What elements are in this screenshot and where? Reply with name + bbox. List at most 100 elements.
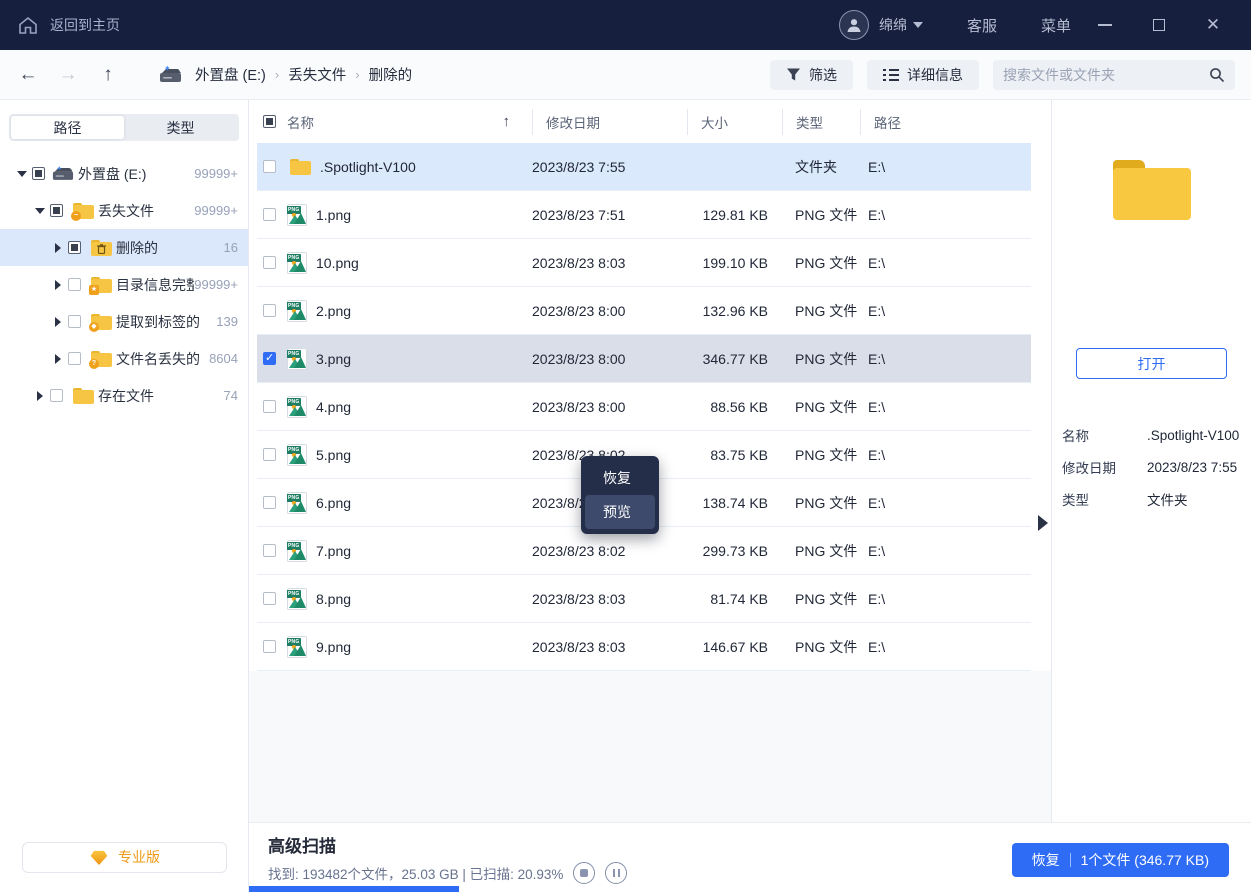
upgrade-pro-button[interactable]: 专业版 [22,842,227,873]
png-file-icon: PNG [287,252,307,274]
row-checkbox[interactable] [263,496,276,509]
home-label[interactable]: 返回到主页 [50,15,120,35]
tree-checkbox[interactable] [32,167,45,180]
file-row[interactable]: PNG 10.png 2023/8/23 8:03 199.10 KB PNG … [257,239,1031,287]
file-name: 10.png [316,255,359,271]
tree-checkbox[interactable] [68,315,81,328]
row-checkbox[interactable] [263,208,276,221]
row-checkbox[interactable] [263,592,276,605]
breadcrumb-item-drive[interactable]: 外置盘 (E:) [195,64,266,85]
header-date[interactable]: 修改日期 [532,109,687,135]
back-to-home[interactable]: 返回到主页 [18,15,120,35]
tree-checkbox[interactable] [68,241,81,254]
select-all-checkbox[interactable] [263,115,276,128]
tree-item[interactable]: ★ 目录信息完整的 99999+ [0,266,248,303]
scan-status: 找到: 193482个文件，25.03 GB | 已扫描: 20.93% [268,863,563,883]
maximize-button[interactable] [1139,16,1179,34]
tree-checkbox[interactable] [68,352,81,365]
tree-item[interactable]: − 丢失文件 99999+ [0,192,248,229]
tree-item[interactable]: ✦ 外置盘 (E:) 99999+ [0,155,248,192]
file-date: 2023/8/23 8:03 [532,591,687,607]
row-checkbox[interactable] [263,400,276,413]
breadcrumb-item-lost-files[interactable]: 丢失文件 [288,64,346,85]
row-checkbox[interactable] [263,448,276,461]
open-button[interactable]: 打开 [1076,348,1227,379]
folder-question-icon: ? [91,351,112,367]
file-name: 7.png [316,543,351,559]
tree-checkbox[interactable] [68,278,81,291]
tree-item[interactable]: ◆ 提取到标签的 139 [0,303,248,340]
details-button[interactable]: 详细信息 [867,60,979,90]
drive-icon: ✦ [52,165,74,182]
file-row[interactable]: .Spotlight-V100 2023/8/23 7:55 文件夹 E:\ [257,143,1031,191]
search-input[interactable] [1003,67,1209,83]
tree-item-label: 存在文件 [98,386,154,406]
row-checkbox[interactable] [263,304,276,317]
breadcrumb-item-deleted[interactable]: 删除的 [369,64,413,85]
stop-scan-button[interactable] [573,862,595,884]
file-name: 4.png [316,399,351,415]
file-row[interactable]: PNG 2.png 2023/8/23 8:00 132.96 KB PNG 文… [257,287,1031,335]
file-path: E:\ [860,303,1031,319]
file-size: 299.73 KB [687,543,782,559]
file-path: E:\ [860,255,1031,271]
bottombar: 专业版 高级扫描 找到: 193482个文件，25.03 GB | 已扫描: 2… [0,822,1251,892]
breadcrumb-separator: › [355,67,359,82]
minimize-button[interactable] [1085,16,1125,34]
recover-button[interactable]: 恢复 1个文件 (346.77 KB) [1012,843,1229,877]
sidebar-tab-type[interactable]: 类型 [124,116,237,139]
tree-checkbox[interactable] [50,204,63,217]
user-dropdown-icon[interactable] [913,22,923,28]
expander-icon[interactable] [32,391,48,401]
tree-item-count: 8604 [209,351,238,366]
sidebar-tab-path[interactable]: 路径 [11,116,124,139]
row-checkbox[interactable] [263,256,276,269]
file-row[interactable]: PNG 3.png 2023/8/23 8:00 346.77 KB PNG 文… [257,335,1031,383]
list-empty-area [249,671,1051,822]
user-name[interactable]: 绵绵 [879,15,907,35]
file-row[interactable]: PNG 7.png 2023/8/23 8:02 299.73 KB PNG 文… [257,527,1031,575]
header-path[interactable]: 路径 [860,109,1031,135]
filter-icon [786,67,801,82]
home-icon[interactable] [18,16,38,35]
header-size[interactable]: 大小 [687,109,782,135]
collapse-panel-icon[interactable] [1038,515,1048,531]
file-row[interactable]: PNG 9.png 2023/8/23 8:03 146.67 KB PNG 文… [257,623,1031,671]
header-type[interactable]: 类型 [782,109,860,135]
expander-icon[interactable] [50,354,66,364]
search-box[interactable] [993,60,1235,90]
row-checkbox[interactable] [263,640,276,653]
filter-button[interactable]: 筛选 [770,60,853,90]
back-arrow-icon[interactable]: ← [16,64,40,86]
expander-icon[interactable] [14,171,30,177]
expander-icon[interactable] [50,280,66,290]
search-icon[interactable] [1209,67,1225,83]
row-checkbox[interactable] [263,544,276,557]
expander-icon[interactable] [32,208,48,214]
context-menu-recover[interactable]: 恢复 [585,461,655,495]
row-checkbox[interactable] [263,160,276,173]
tree-checkbox[interactable] [50,389,63,402]
file-date: 2023/8/23 8:00 [532,399,687,415]
file-row[interactable]: PNG 8.png 2023/8/23 8:03 81.74 KB PNG 文件… [257,575,1031,623]
row-checkbox[interactable] [263,352,276,365]
sort-ascending-icon[interactable]: ↑ [503,113,511,130]
context-menu-preview[interactable]: 预览 [585,495,655,529]
menu-link[interactable]: 菜单 [1041,15,1071,36]
tree-item[interactable]: 存在文件 74 [0,377,248,414]
support-link[interactable]: 客服 [967,15,997,36]
tree-item[interactable]: 删除的 16 [0,229,248,266]
file-row[interactable]: PNG 4.png 2023/8/23 8:00 88.56 KB PNG 文件… [257,383,1031,431]
expander-icon[interactable] [50,317,66,327]
header-name[interactable]: 名称 [287,112,314,132]
forward-arrow-icon[interactable]: → [56,64,80,86]
user-avatar[interactable] [839,10,869,40]
close-button[interactable]: ✕ [1193,15,1233,35]
file-row[interactable]: PNG 1.png 2023/8/23 7:51 129.81 KB PNG 文… [257,191,1031,239]
scan-progress-track [249,886,1251,892]
expander-icon[interactable] [50,243,66,253]
pause-scan-button[interactable] [605,862,627,884]
file-path: E:\ [860,351,1031,367]
tree-item[interactable]: ? 文件名丢失的 8604 [0,340,248,377]
up-arrow-icon[interactable]: ↑ [96,64,120,86]
